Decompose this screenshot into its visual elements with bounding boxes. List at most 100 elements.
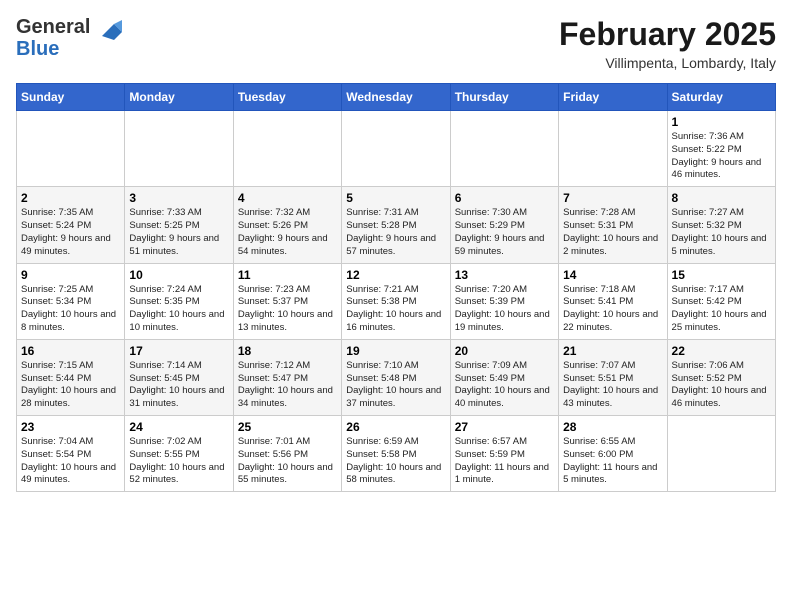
day-info: Sunrise: 7:09 AM Sunset: 5:49 PM Dayligh… — [455, 360, 554, 411]
calendar-cell: 28 Sunrise: 6:55 AM Sunset: 6:00 PM Dayli… — [559, 416, 667, 492]
calendar-cell: 25 Sunrise: 7:01 AM Sunset: 5:56 PM Dayli… — [233, 416, 341, 492]
day-number: 2 — [21, 191, 120, 205]
day-number: 8 — [672, 191, 771, 205]
day-number: 28 — [563, 420, 662, 434]
day-info: Sunrise: 7:15 AM Sunset: 5:44 PM Dayligh… — [21, 360, 120, 411]
calendar-cell: 18 Sunrise: 7:12 AM Sunset: 5:47 PM Dayli… — [233, 339, 341, 415]
page-header: General Blue February 2025 Villimpenta, … — [16, 16, 776, 71]
logo-icon — [94, 16, 126, 48]
day-number: 10 — [129, 268, 228, 282]
calendar-cell: 6 Sunrise: 7:30 AM Sunset: 5:29 PM Daylig… — [450, 187, 558, 263]
calendar-cell — [125, 111, 233, 187]
calendar-cell: 15 Sunrise: 7:17 AM Sunset: 5:42 PM Dayli… — [667, 263, 775, 339]
day-number: 14 — [563, 268, 662, 282]
day-number: 6 — [455, 191, 554, 205]
calendar-cell: 2 Sunrise: 7:35 AM Sunset: 5:24 PM Daylig… — [17, 187, 125, 263]
day-info: Sunrise: 7:23 AM Sunset: 5:37 PM Dayligh… — [238, 284, 337, 335]
day-info: Sunrise: 7:25 AM Sunset: 5:34 PM Dayligh… — [21, 284, 120, 335]
day-info: Sunrise: 7:27 AM Sunset: 5:32 PM Dayligh… — [672, 207, 771, 258]
calendar-cell: 14 Sunrise: 7:18 AM Sunset: 5:41 PM Dayli… — [559, 263, 667, 339]
calendar-cell: 17 Sunrise: 7:14 AM Sunset: 5:45 PM Dayli… — [125, 339, 233, 415]
calendar-table: SundayMondayTuesdayWednesdayThursdayFrid… — [16, 83, 776, 492]
day-number: 18 — [238, 344, 337, 358]
day-number: 11 — [238, 268, 337, 282]
day-info: Sunrise: 7:32 AM Sunset: 5:26 PM Dayligh… — [238, 207, 337, 258]
calendar-cell: 7Sunrise: 7:28 AM Sunset: 5:31 PM Daylig… — [559, 187, 667, 263]
day-info: Sunrise: 6:59 AM Sunset: 5:58 PM Dayligh… — [346, 436, 445, 487]
day-info: Sunrise: 7:06 AM Sunset: 5:52 PM Dayligh… — [672, 360, 771, 411]
location: Villimpenta, Lombardy, Italy — [559, 55, 776, 71]
day-number: 1 — [672, 115, 771, 129]
calendar-cell: 11 Sunrise: 7:23 AM Sunset: 5:37 PM Dayli… — [233, 263, 341, 339]
calendar-cell: 13 Sunrise: 7:20 AM Sunset: 5:39 PM Dayli… — [450, 263, 558, 339]
day-number: 9 — [21, 268, 120, 282]
day-number: 17 — [129, 344, 228, 358]
day-info: Sunrise: 7:12 AM Sunset: 5:47 PM Dayligh… — [238, 360, 337, 411]
day-number: 3 — [129, 191, 228, 205]
day-info: Sunrise: 7:30 AM Sunset: 5:29 PM Dayligh… — [455, 207, 554, 258]
title-block: February 2025 Villimpenta, Lombardy, Ita… — [559, 16, 776, 71]
day-number: 27 — [455, 420, 554, 434]
day-info: Sunrise: 7:20 AM Sunset: 5:39 PM Dayligh… — [455, 284, 554, 335]
day-info: Sunrise: 7:17 AM Sunset: 5:42 PM Dayligh… — [672, 284, 771, 335]
calendar-cell: 1 Sunrise: 7:36 AM Sunset: 5:22 PM Daylig… — [667, 111, 775, 187]
weekday-header: Sunday — [17, 84, 125, 111]
calendar-cell: 27 Sunrise: 6:57 AM Sunset: 5:59 PM Dayli… — [450, 416, 558, 492]
day-number: 19 — [346, 344, 445, 358]
day-info: Sunrise: 7:31 AM Sunset: 5:28 PM Dayligh… — [346, 207, 445, 258]
day-info: Sunrise: 7:28 AM Sunset: 5:31 PM Dayligh… — [563, 207, 662, 258]
day-info: Sunrise: 7:36 AM Sunset: 5:22 PM Dayligh… — [672, 131, 771, 182]
day-number: 4 — [238, 191, 337, 205]
day-number: 20 — [455, 344, 554, 358]
calendar-cell: 22 Sunrise: 7:06 AM Sunset: 5:52 PM Dayli… — [667, 339, 775, 415]
day-info: Sunrise: 7:24 AM Sunset: 5:35 PM Dayligh… — [129, 284, 228, 335]
calendar-cell: 26 Sunrise: 6:59 AM Sunset: 5:58 PM Dayli… — [342, 416, 450, 492]
calendar-cell: 24 Sunrise: 7:02 AM Sunset: 5:55 PM Dayli… — [125, 416, 233, 492]
calendar-cell: 20 Sunrise: 7:09 AM Sunset: 5:49 PM Dayli… — [450, 339, 558, 415]
day-info: Sunrise: 7:02 AM Sunset: 5:55 PM Dayligh… — [129, 436, 228, 487]
calendar-cell: 12 Sunrise: 7:21 AM Sunset: 5:38 PM Dayli… — [342, 263, 450, 339]
day-number: 24 — [129, 420, 228, 434]
day-info: Sunrise: 7:14 AM Sunset: 5:45 PM Dayligh… — [129, 360, 228, 411]
day-info: Sunrise: 7:07 AM Sunset: 5:51 PM Dayligh… — [563, 360, 662, 411]
day-number: 25 — [238, 420, 337, 434]
day-number: 16 — [21, 344, 120, 358]
logo: General Blue — [16, 16, 126, 60]
day-info: Sunrise: 7:01 AM Sunset: 5:56 PM Dayligh… — [238, 436, 337, 487]
day-info: Sunrise: 7:33 AM Sunset: 5:25 PM Dayligh… — [129, 207, 228, 258]
calendar-cell: 21 Sunrise: 7:07 AM Sunset: 5:51 PM Dayli… — [559, 339, 667, 415]
month-title: February 2025 — [559, 16, 776, 53]
calendar-cell — [342, 111, 450, 187]
day-number: 26 — [346, 420, 445, 434]
calendar-cell — [233, 111, 341, 187]
calendar-cell: 8 Sunrise: 7:27 AM Sunset: 5:32 PM Daylig… — [667, 187, 775, 263]
calendar-cell: 4 Sunrise: 7:32 AM Sunset: 5:26 PM Daylig… — [233, 187, 341, 263]
logo-general: General — [16, 16, 90, 38]
day-number: 12 — [346, 268, 445, 282]
day-info: Sunrise: 7:21 AM Sunset: 5:38 PM Dayligh… — [346, 284, 445, 335]
day-number: 23 — [21, 420, 120, 434]
day-info: Sunrise: 6:57 AM Sunset: 5:59 PM Dayligh… — [455, 436, 554, 487]
weekday-header: Tuesday — [233, 84, 341, 111]
calendar-cell — [450, 111, 558, 187]
day-number: 15 — [672, 268, 771, 282]
calendar-cell — [667, 416, 775, 492]
day-info: Sunrise: 7:10 AM Sunset: 5:48 PM Dayligh… — [346, 360, 445, 411]
weekday-header: Friday — [559, 84, 667, 111]
calendar-cell: 23 Sunrise: 7:04 AM Sunset: 5:54 PM Dayli… — [17, 416, 125, 492]
calendar-cell: 16 Sunrise: 7:15 AM Sunset: 5:44 PM Dayli… — [17, 339, 125, 415]
day-info: Sunrise: 7:35 AM Sunset: 5:24 PM Dayligh… — [21, 207, 120, 258]
day-number: 13 — [455, 268, 554, 282]
calendar-cell: 9 Sunrise: 7:25 AM Sunset: 5:34 PM Daylig… — [17, 263, 125, 339]
day-number: 22 — [672, 344, 771, 358]
calendar-cell: 19 Sunrise: 7:10 AM Sunset: 5:48 PM Dayli… — [342, 339, 450, 415]
calendar-cell: 10 Sunrise: 7:24 AM Sunset: 5:35 PM Dayli… — [125, 263, 233, 339]
day-info: Sunrise: 7:18 AM Sunset: 5:41 PM Dayligh… — [563, 284, 662, 335]
weekday-header: Wednesday — [342, 84, 450, 111]
logo-blue: Blue — [16, 38, 90, 60]
day-info: Sunrise: 7:04 AM Sunset: 5:54 PM Dayligh… — [21, 436, 120, 487]
calendar-cell — [559, 111, 667, 187]
weekday-header: Saturday — [667, 84, 775, 111]
day-info: Sunrise: 6:55 AM Sunset: 6:00 PM Dayligh… — [563, 436, 662, 487]
day-number: 21 — [563, 344, 662, 358]
